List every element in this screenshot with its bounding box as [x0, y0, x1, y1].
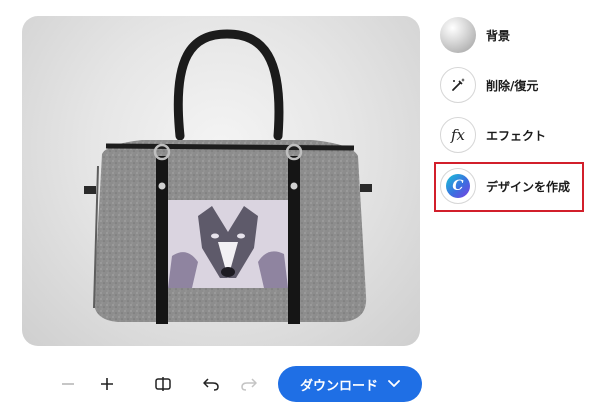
fx-glyph: fx [450, 126, 465, 144]
highlight-box [434, 162, 584, 212]
undo-button[interactable] [198, 371, 224, 397]
magic-brush-icon [440, 67, 476, 103]
chevron-down-icon [388, 380, 400, 387]
download-button[interactable]: ダウンロード [278, 366, 422, 402]
bottom-toolbar: ダウンロード [0, 363, 600, 403]
tool-erase-restore-label: 削除/復元 [486, 78, 539, 93]
tool-erase-restore[interactable]: 削除/復元 [440, 64, 590, 106]
zoom-in-button[interactable] [94, 371, 120, 397]
tool-background-label: 背景 [486, 28, 511, 43]
download-label: ダウンロード [299, 378, 378, 394]
zoom-out-button[interactable] [55, 371, 81, 397]
compare-button[interactable] [150, 371, 176, 397]
minus-icon [62, 383, 74, 385]
fx-icon: fx [440, 117, 476, 153]
tool-background[interactable]: 背景 [440, 14, 590, 56]
redo-button[interactable] [236, 371, 262, 397]
tool-effects[interactable]: fx エフェクト [440, 114, 590, 156]
undo-icon [203, 378, 219, 391]
plus-icon [101, 378, 113, 390]
handbag-image [84, 29, 372, 324]
compare-icon [155, 377, 171, 391]
tool-effects-label: エフェクト [486, 128, 547, 143]
image-preview [22, 16, 420, 346]
background-sphere-icon [440, 17, 476, 53]
redo-icon [241, 378, 257, 391]
